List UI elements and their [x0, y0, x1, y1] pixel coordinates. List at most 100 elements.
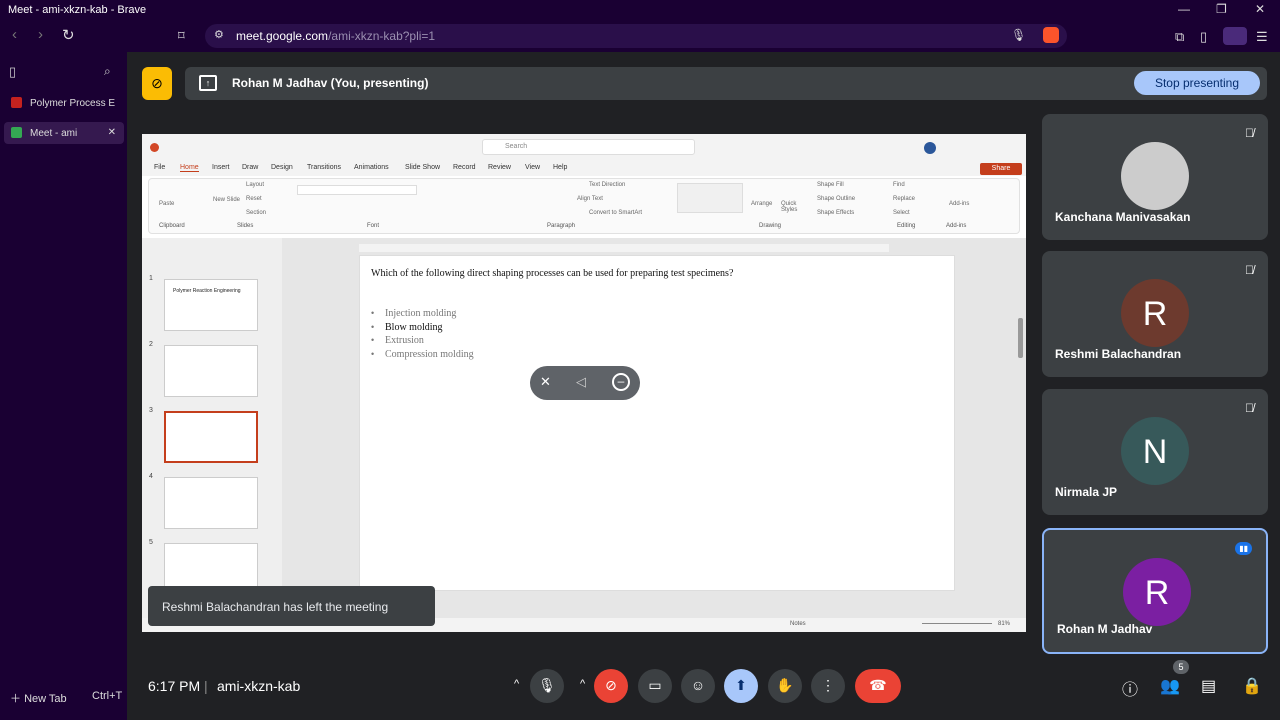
floating-meeting-controls: ✕ ◁ – [530, 366, 640, 400]
leave-call-button[interactable]: ☎ [855, 669, 901, 703]
slide-thumbnail[interactable] [164, 345, 258, 397]
add-ins-button[interactable]: Add-ins [949, 201, 969, 207]
present-screen-icon: ↑ [199, 75, 217, 91]
sidebar-toggle-icon[interactable]: ▯ [1200, 29, 1207, 45]
ppt-search-input[interactable]: Search [482, 139, 695, 155]
meeting-info-icon[interactable]: ⓘ [1122, 676, 1138, 700]
ppt-tab-animations[interactable]: Animations [354, 164, 389, 171]
text-direction-button[interactable]: Text Direction [589, 182, 625, 188]
slide-thumbnail[interactable]: Polymer Reaction Engineering [164, 279, 258, 331]
minimize-controls-icon[interactable]: – [612, 373, 630, 391]
brave-shield-icon[interactable] [1043, 27, 1059, 43]
section-button[interactable]: Section [246, 210, 266, 216]
group-font: Font [367, 223, 380, 229]
ppt-tab-help[interactable]: Help [553, 164, 567, 171]
user-avatar[interactable] [924, 142, 936, 154]
restore-icon[interactable]: ❐ [1216, 2, 1227, 16]
participant-tile[interactable]: R Rohan M Jadhav ▮▮ [1042, 528, 1268, 654]
back-icon[interactable]: ‹ [12, 26, 17, 43]
reload-icon[interactable]: ↻ [62, 26, 75, 44]
site-settings-icon[interactable]: ⚙ [214, 28, 224, 41]
slide-scrollbar[interactable] [1018, 318, 1023, 358]
chat-icon[interactable]: ▤ [1201, 676, 1216, 696]
speaker-muted-icon[interactable]: ◁ [576, 374, 586, 390]
shape-effects-button[interactable]: Shape Effects [817, 210, 854, 216]
mic-muted-icon: 🎙̸ [1245, 126, 1254, 140]
ppt-tab-record[interactable]: Record [453, 164, 476, 171]
close-window-icon[interactable]: ✕ [1255, 2, 1265, 16]
ppt-tab-insert[interactable]: Insert [212, 164, 230, 171]
slide-option: Extrusion [385, 335, 424, 346]
participant-name: Nirmala JP [1055, 485, 1118, 499]
reactions-button[interactable]: ☺ [681, 669, 715, 703]
minimize-icon[interactable]: — [1178, 2, 1190, 16]
convert-smartart-button[interactable]: Convert to SmartArt [589, 210, 642, 216]
raise-hand-button[interactable]: ✋ [768, 669, 802, 703]
replace-button[interactable]: Replace [893, 196, 915, 202]
new-tab-shortcut: Ctrl+T [92, 690, 123, 702]
participant-tile[interactable]: R Reshmi Balachandran 🎙̸ [1042, 251, 1268, 377]
host-controls-icon[interactable]: 🔒 [1242, 676, 1262, 696]
people-icon[interactable]: 👥 [1160, 676, 1180, 696]
ppt-tab-slide-show[interactable]: Slide Show [405, 164, 440, 171]
close-tab-icon[interactable]: ✕ [108, 127, 116, 138]
shapes-gallery[interactable] [677, 183, 743, 213]
find-button[interactable]: Find [893, 182, 905, 188]
current-slide[interactable]: Which of the following direct shaping pr… [359, 255, 955, 591]
ppt-tab-draw[interactable]: Draw [242, 164, 258, 171]
microphone-button[interactable]: 🎙 [530, 669, 564, 703]
stop-presenting-button[interactable]: Stop presenting [1134, 71, 1260, 95]
ppt-tab-view[interactable]: View [525, 164, 540, 171]
ppt-tab-design[interactable]: Design [271, 164, 293, 171]
ppt-share-button[interactable]: Share [980, 163, 1022, 175]
menu-icon[interactable]: ☰ [1256, 29, 1268, 45]
zoom-slider[interactable] [922, 623, 992, 624]
speaking-indicator-icon: ▮▮ [1235, 542, 1252, 555]
microphone-icon[interactable]: 🎙 [1011, 28, 1026, 42]
bullet-icon: • [371, 308, 375, 318]
window-titlebar: Meet - ami-xkzn-kab - Brave — ❐ ✕ [0, 0, 1280, 20]
reset-button[interactable]: Reset [246, 196, 262, 202]
forward-icon[interactable]: › [38, 26, 43, 43]
new-slide-button[interactable]: New Slide [213, 197, 240, 203]
participant-tile[interactable]: Kanchana Manivasakan 🎙̸ [1042, 114, 1268, 240]
camera-toggle-button[interactable]: ⊘ [594, 669, 628, 703]
tab-polymer-process[interactable]: Polymer Process E [4, 92, 124, 114]
more-options-button[interactable]: ⋮ [811, 669, 845, 703]
ppt-tab-home[interactable]: Home [180, 164, 199, 172]
tab-search-icon[interactable]: ⌕ [104, 64, 111, 79]
tab-panel-icon[interactable]: ▯ [9, 64, 16, 80]
notes-button[interactable]: Notes [790, 621, 806, 627]
layout-button[interactable]: Layout [246, 182, 264, 188]
camera-off-indicator-icon: ⊘ [142, 67, 172, 100]
select-button[interactable]: Select [893, 210, 910, 216]
align-text-button[interactable]: Align Text [577, 196, 603, 202]
extensions-icon[interactable]: ⧉ [1175, 29, 1184, 45]
captions-button[interactable]: ▭ [638, 669, 672, 703]
bullet-icon: • [371, 335, 375, 345]
new-tab-button[interactable]: ＋ New Tab Ctrl+T [10, 690, 122, 706]
quick-styles-button[interactable]: Quick Styles [781, 201, 801, 213]
vpn-icon[interactable] [1223, 27, 1247, 45]
meet-favicon-icon [11, 127, 22, 138]
ppt-tab-file[interactable]: File [154, 164, 165, 171]
present-button[interactable]: ⬆ [724, 669, 758, 703]
arrange-button[interactable]: Arrange [751, 201, 772, 207]
font-name-dropdown[interactable] [297, 185, 417, 195]
slide-thumbnail[interactable] [164, 477, 258, 529]
ppt-tab-review[interactable]: Review [488, 164, 511, 171]
people-count-badge: 5 [1173, 660, 1189, 674]
address-bar[interactable]: ⚙ meet.google.com/ami-xkzn-kab?pli=1 🎙 [205, 24, 1067, 48]
paste-button[interactable]: Paste [159, 201, 174, 207]
participant-tile[interactable]: N Nirmala JP 🎙̸ [1042, 389, 1268, 515]
video-options-chevron-icon[interactable]: ^ [580, 678, 585, 690]
slide-thumbnail[interactable] [164, 411, 258, 463]
tab-meet[interactable]: Meet - ami ✕ [4, 122, 124, 144]
bullet-icon: • [371, 348, 375, 359]
shape-fill-button[interactable]: Shape Fill [817, 182, 844, 188]
ppt-tab-transitions[interactable]: Transitions [307, 164, 341, 171]
shape-outline-button[interactable]: Shape Outline [817, 196, 855, 202]
audio-options-chevron-icon[interactable]: ^ [514, 678, 519, 690]
mic-off-icon[interactable]: ✕ [540, 374, 551, 390]
bookmark-icon[interactable]: ⌑ [178, 28, 185, 44]
